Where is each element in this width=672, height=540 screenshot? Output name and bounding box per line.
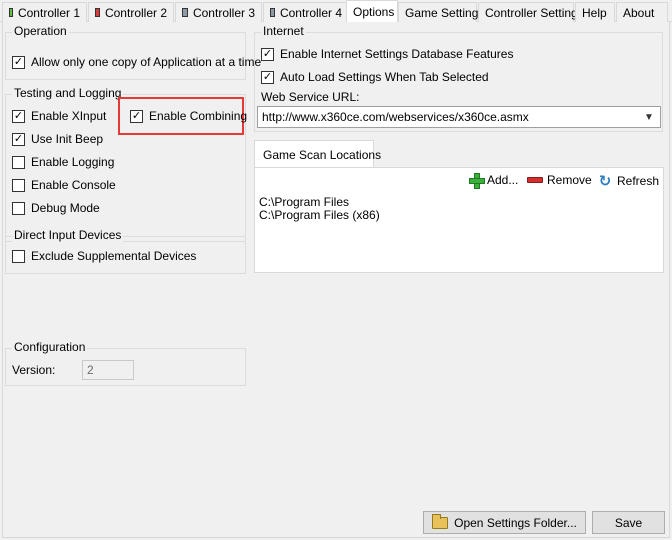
tab-controller-1[interactable]: Controller 1 [2,2,87,22]
open-settings-folder-button[interactable]: Open Settings Folder... [423,511,586,534]
direct-input-legend: Direct Input Devices [12,228,124,242]
debug-mode-checkbox[interactable]: Debug Mode [12,201,100,215]
testing-logging-group: Testing and Logging ✓ Enable XInput ✓ En… [5,86,247,242]
checkbox-label: Enable Console [31,178,116,192]
tab-game-scan-locations[interactable]: Game Scan Locations [254,140,381,168]
checkbox-label: Enable XInput [31,109,107,123]
operation-group: Operation ✓ Allow only one copy of Appli… [5,24,261,80]
internet-group: Internet ✓ Enable Internet Settings Data… [254,24,663,132]
checkbox-label: Use Init Beep [31,132,104,146]
checkbox-label: Enable Combining [149,109,248,123]
remove-location-button[interactable]: Remove [527,173,592,187]
tab-label: Controller 3 [192,5,255,20]
checkbox-label: Auto Load Settings When Tab Selected [280,70,489,84]
checkbox-box: ✓ [130,109,143,123]
folder-icon [432,513,449,529]
tab-about[interactable]: About [616,2,668,22]
checkbox-box [12,178,25,192]
controller-gray-icon [270,8,275,17]
enable-console-checkbox[interactable]: Enable Console [12,178,116,192]
web-service-url-value: http://www.x360ce.com/webservices/x360ce… [262,110,529,124]
chevron-down-icon[interactable]: ▼ [642,110,656,124]
controller-green-icon [9,8,13,17]
enable-database-checkbox[interactable]: ✓ Enable Internet Settings Database Feat… [261,47,513,61]
checkbox-label: Exclude Supplemental Devices [31,249,197,263]
tab-label: Game Scan Locations [263,147,382,162]
use-init-beep-checkbox[interactable]: ✓ Use Init Beep [12,132,103,146]
refresh-icon: ↻ [598,173,612,190]
web-service-label: Web Service URL: [261,90,360,104]
tab-controller-4[interactable]: Controller 4 [263,2,349,22]
configuration-group: Configuration Version: 2 [5,340,246,386]
auto-load-checkbox[interactable]: ✓ Auto Load Settings When Tab Selected [261,70,489,84]
tab-label: Options [353,4,395,19]
checkbox-label: Enable Internet Settings Database Featur… [280,47,514,61]
enable-logging-checkbox[interactable]: Enable Logging [12,155,114,169]
checkbox-box: ✓ [12,55,25,69]
save-button[interactable]: Save [592,511,665,534]
checkbox-box [12,155,25,169]
allow-one-copy-checkbox[interactable]: ✓ Allow only one copy of Application at … [12,55,261,69]
refresh-label: Refresh [617,174,660,188]
tab-help[interactable]: Help [575,2,615,22]
checkbox-box: ✓ [12,109,25,123]
enable-xinput-checkbox[interactable]: ✓ Enable XInput [12,109,106,123]
controller-gray-icon [182,8,188,17]
operation-legend: Operation [12,24,69,38]
open-settings-label: Open Settings Folder... [454,515,577,530]
plus-icon [469,173,485,189]
testing-logging-legend: Testing and Logging [12,86,124,100]
add-location-button[interactable]: Add... [469,173,519,189]
direct-input-group: Direct Input Devices Exclude Supplementa… [5,228,246,274]
save-label: Save [614,515,643,530]
checkbox-box: ✓ [261,47,274,61]
checkbox-label: Debug Mode [31,201,100,215]
remove-label: Remove [547,173,592,187]
refresh-locations-button[interactable]: ↻ Refresh [597,173,660,190]
tab-label: Controller 2 [104,5,167,20]
options-panel: Operation ✓ Allow only one copy of Appli… [2,22,670,538]
checkbox-label: Allow only one copy of Application at a … [31,55,262,69]
tab-controller-settings[interactable]: Controller Settings [478,2,584,22]
exclude-supplemental-checkbox[interactable]: Exclude Supplemental Devices [12,249,196,263]
minus-icon [527,177,543,183]
version-field: 2 [82,360,134,380]
tab-game-settings[interactable]: Game Settings [398,2,484,22]
tab-label: Game Settings [405,5,485,20]
tab-label: Controller Settings [485,5,584,20]
tab-label: Controller 4 [279,5,342,20]
checkbox-box: ✓ [12,132,25,146]
tab-label: About [623,5,655,20]
add-label: Add... [487,173,519,187]
controller-red-icon [95,8,100,17]
checkbox-label: Enable Logging [31,155,115,169]
checkbox-box [12,249,25,263]
web-service-url-combo[interactable]: http://www.x360ce.com/webservices/x360ce… [257,106,661,128]
internet-legend: Internet [261,24,306,38]
enable-combining-checkbox[interactable]: ✓ Enable Combining [130,109,247,123]
checkbox-box [12,201,25,215]
tab-options[interactable]: Options [346,0,398,22]
checkbox-box: ✓ [261,70,274,84]
tab-label: Help [582,5,607,20]
tab-controller-3[interactable]: Controller 3 [175,2,262,22]
list-item[interactable]: C:\Program Files (x86) [259,208,380,222]
tab-label: Controller 1 [17,5,80,20]
tab-controller-2[interactable]: Controller 2 [88,2,174,22]
list-item[interactable]: C:\Program Files [259,195,349,209]
main-tabstrip: Controller 1 Controller 2 Controller 3 C… [0,0,672,22]
configuration-legend: Configuration [12,340,88,354]
version-label: Version: [12,363,56,377]
game-scan-panel: Add... Remove ↻ Refresh C:\Program Files… [254,167,664,273]
